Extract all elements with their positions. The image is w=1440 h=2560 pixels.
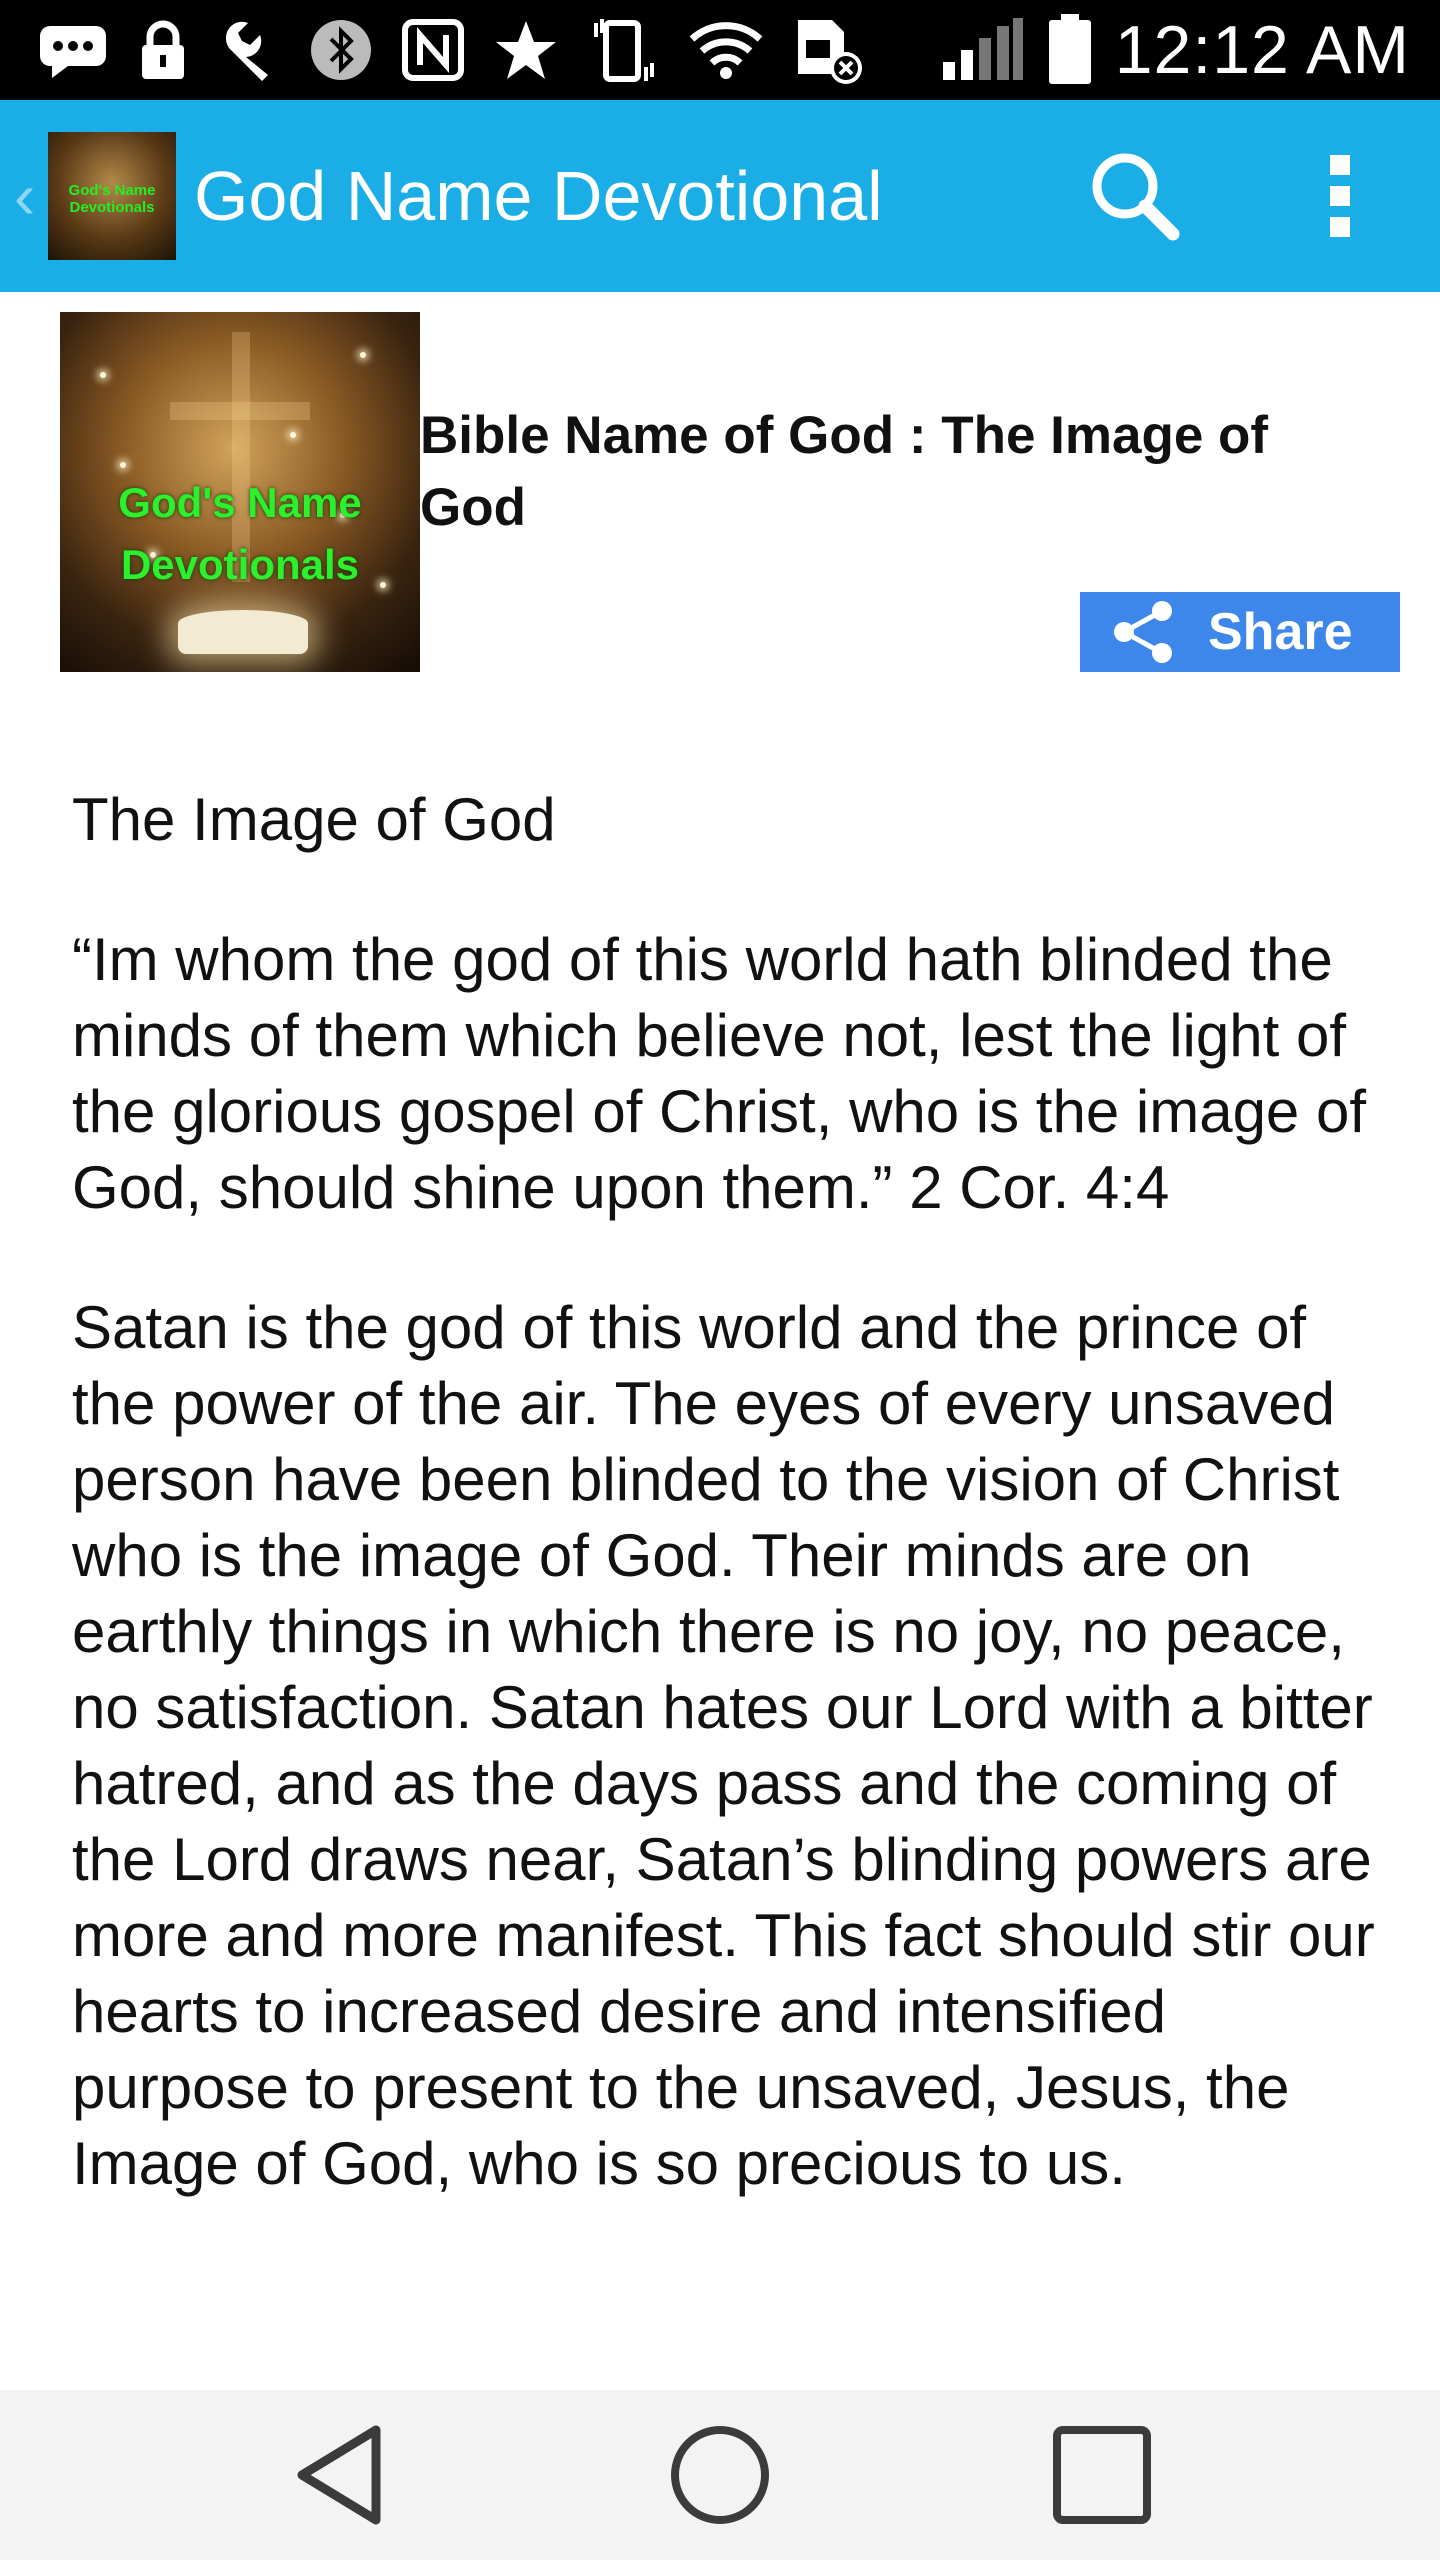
devotional-image: God's Name Devotionals bbox=[60, 312, 420, 672]
search-button[interactable] bbox=[1080, 141, 1190, 251]
app-bar-actions bbox=[1080, 141, 1440, 251]
share-icon bbox=[1114, 601, 1172, 663]
devotional-image-text: God's Name Devotionals bbox=[118, 479, 362, 588]
article-title: Bible Name of God : The Image of God bbox=[420, 406, 1269, 537]
battery-icon bbox=[1047, 14, 1093, 85]
nfc-icon bbox=[402, 15, 464, 85]
more-vert-icon bbox=[1330, 155, 1350, 237]
share-button[interactable]: Share bbox=[1080, 592, 1400, 672]
sim-icon bbox=[794, 15, 866, 85]
navigation-bar bbox=[0, 2390, 1440, 2560]
article-paragraph: The Image of God bbox=[72, 786, 556, 853]
app-title: God Name Devotional bbox=[194, 157, 883, 235]
search-icon bbox=[1092, 153, 1180, 241]
overflow-menu-button[interactable] bbox=[1300, 141, 1380, 251]
bluetooth-icon bbox=[310, 15, 372, 85]
status-icons-left bbox=[0, 15, 866, 85]
status-icons-right: 12:12 AM bbox=[941, 11, 1440, 89]
back-triangle-icon bbox=[297, 2425, 381, 2525]
signal-icon bbox=[941, 15, 1025, 85]
article-paragraph: Satan is the god of this world and the p… bbox=[72, 1294, 1375, 2197]
nav-recents-button[interactable] bbox=[1032, 2405, 1172, 2545]
app-logo[interactable]: God's Name Devotionals bbox=[48, 132, 176, 260]
status-bar: 12:12 AM bbox=[0, 0, 1440, 100]
status-clock: 12:12 AM bbox=[1114, 12, 1410, 88]
app-logo-text: God's Name Devotionals bbox=[68, 182, 156, 216]
lock-icon bbox=[138, 15, 188, 85]
home-circle-icon bbox=[671, 2426, 769, 2524]
star-icon bbox=[494, 15, 558, 85]
article-content[interactable]: God's Name Devotionals Bible Name of God… bbox=[0, 292, 1440, 2390]
vibrate-icon bbox=[588, 15, 658, 85]
share-label: Share bbox=[1208, 603, 1353, 661]
bible-book-graphic bbox=[178, 610, 308, 654]
chevron-left-icon[interactable]: ‹ bbox=[14, 159, 48, 233]
article-body: The Image of God “Im whom the god of thi… bbox=[72, 782, 1392, 2266]
article-header: God's Name Devotionals Bible Name of God… bbox=[0, 292, 1440, 712]
app-bar: ‹ God's Name Devotionals God Name Devoti… bbox=[0, 100, 1440, 292]
nav-back-button[interactable] bbox=[270, 2405, 410, 2545]
wrench-icon bbox=[218, 15, 280, 85]
recents-square-icon bbox=[1053, 2426, 1151, 2524]
article-paragraph: “Im whom the god of this world hath blin… bbox=[72, 926, 1367, 1221]
message-icon bbox=[38, 15, 108, 85]
nav-home-button[interactable] bbox=[650, 2405, 790, 2545]
wifi-icon bbox=[688, 15, 764, 85]
